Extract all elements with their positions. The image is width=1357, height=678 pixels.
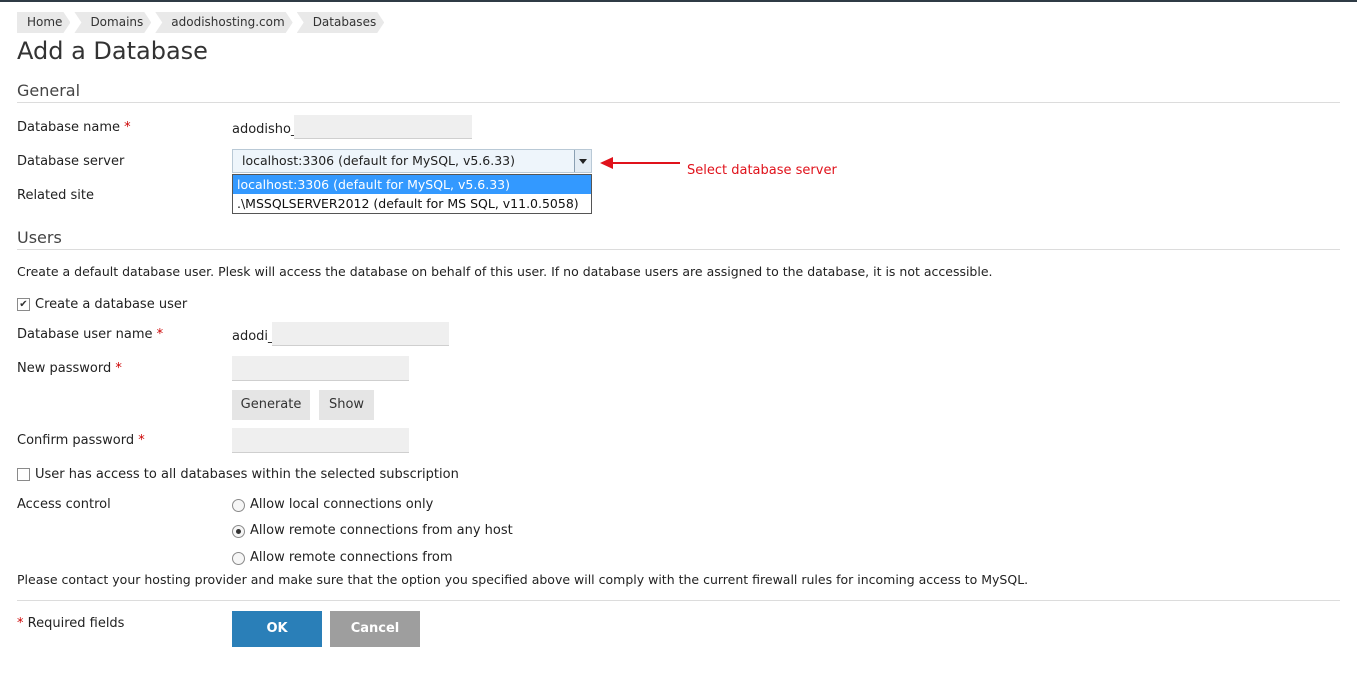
- all-db-access-checkbox[interactable]: [17, 468, 30, 481]
- page-title: Add a Database: [17, 37, 208, 65]
- ok-button[interactable]: OK: [232, 611, 322, 647]
- radio-local-only-label: Allow local connections only: [250, 497, 434, 512]
- new-password-input[interactable]: [232, 356, 409, 381]
- user-name-label: Database user name *: [17, 327, 163, 342]
- database-server-select[interactable]: localhost:3306 (default for MySQL, v5.6.…: [232, 149, 592, 173]
- chevron-down-icon[interactable]: [574, 150, 591, 172]
- radio-remote-any-host-label: Allow remote connections from any host: [250, 523, 513, 538]
- dropdown-option-mssql[interactable]: .\MSSQLSERVER2012 (default for MS SQL, v…: [233, 194, 591, 213]
- database-name-input[interactable]: [294, 115, 472, 139]
- radio-remote-any-host[interactable]: [232, 525, 245, 538]
- required-star: *: [17, 616, 24, 631]
- cancel-button[interactable]: Cancel: [330, 611, 420, 647]
- database-name-label: Database name *: [17, 120, 131, 135]
- breadcrumb-databases[interactable]: Databases: [297, 12, 385, 33]
- user-name-label-text: Database user name: [17, 327, 153, 342]
- annotation-arrow-icon: [600, 157, 680, 169]
- user-name-prefix: adodi_: [232, 329, 275, 344]
- database-name-label-text: Database name: [17, 120, 121, 135]
- dropdown-option-mysql[interactable]: localhost:3306 (default for MySQL, v5.6.…: [233, 175, 591, 194]
- confirm-password-input[interactable]: [232, 428, 409, 453]
- create-user-label: Create a database user: [35, 297, 188, 312]
- all-db-access-label: User has access to all databases within …: [35, 467, 459, 482]
- confirm-password-label-text: Confirm password: [17, 433, 135, 448]
- top-border: [0, 0, 1357, 2]
- annotation-text: Select database server: [687, 163, 837, 178]
- breadcrumb-domains[interactable]: Domains: [74, 12, 151, 33]
- section-title-general: General: [17, 81, 81, 100]
- new-password-label-text: New password: [17, 361, 112, 376]
- generate-button[interactable]: Generate: [232, 390, 310, 420]
- required-star: *: [156, 327, 164, 342]
- required-star: *: [115, 361, 122, 376]
- database-server-selected-value: localhost:3306 (default for MySQL, v5.6.…: [242, 153, 515, 168]
- radio-remote-from-label: Allow remote connections from: [250, 550, 453, 565]
- footer-divider: [17, 600, 1340, 601]
- database-name-prefix: adodisho_: [232, 122, 298, 137]
- breadcrumb: Home Domains adodishosting.com Databases: [17, 12, 388, 33]
- confirm-password-label: Confirm password *: [17, 433, 145, 448]
- show-button[interactable]: Show: [319, 390, 374, 420]
- breadcrumb-home[interactable]: Home: [17, 12, 70, 33]
- users-description: Create a default database user. Plesk wi…: [17, 264, 993, 279]
- access-control-label: Access control: [17, 497, 111, 512]
- user-name-input[interactable]: [272, 322, 449, 346]
- required-fields-note: * Required fields: [17, 616, 124, 631]
- required-star: *: [124, 120, 131, 135]
- related-site-label: Related site: [17, 188, 94, 203]
- create-user-checkbox[interactable]: ✔: [17, 298, 30, 311]
- breadcrumb-domain[interactable]: adodishosting.com: [155, 12, 292, 33]
- required-star: *: [138, 433, 145, 448]
- database-server-label: Database server: [17, 154, 125, 169]
- required-fields-text: Required fields: [27, 616, 125, 631]
- firewall-note: Please contact your hosting provider and…: [17, 572, 1029, 587]
- section-divider: [17, 249, 1340, 250]
- section-divider: [17, 102, 1340, 103]
- radio-remote-from[interactable]: [232, 552, 245, 565]
- new-password-label: New password *: [17, 361, 122, 376]
- radio-local-only[interactable]: [232, 499, 245, 512]
- section-title-users: Users: [17, 228, 62, 247]
- database-server-dropdown: localhost:3306 (default for MySQL, v5.6.…: [232, 174, 592, 214]
